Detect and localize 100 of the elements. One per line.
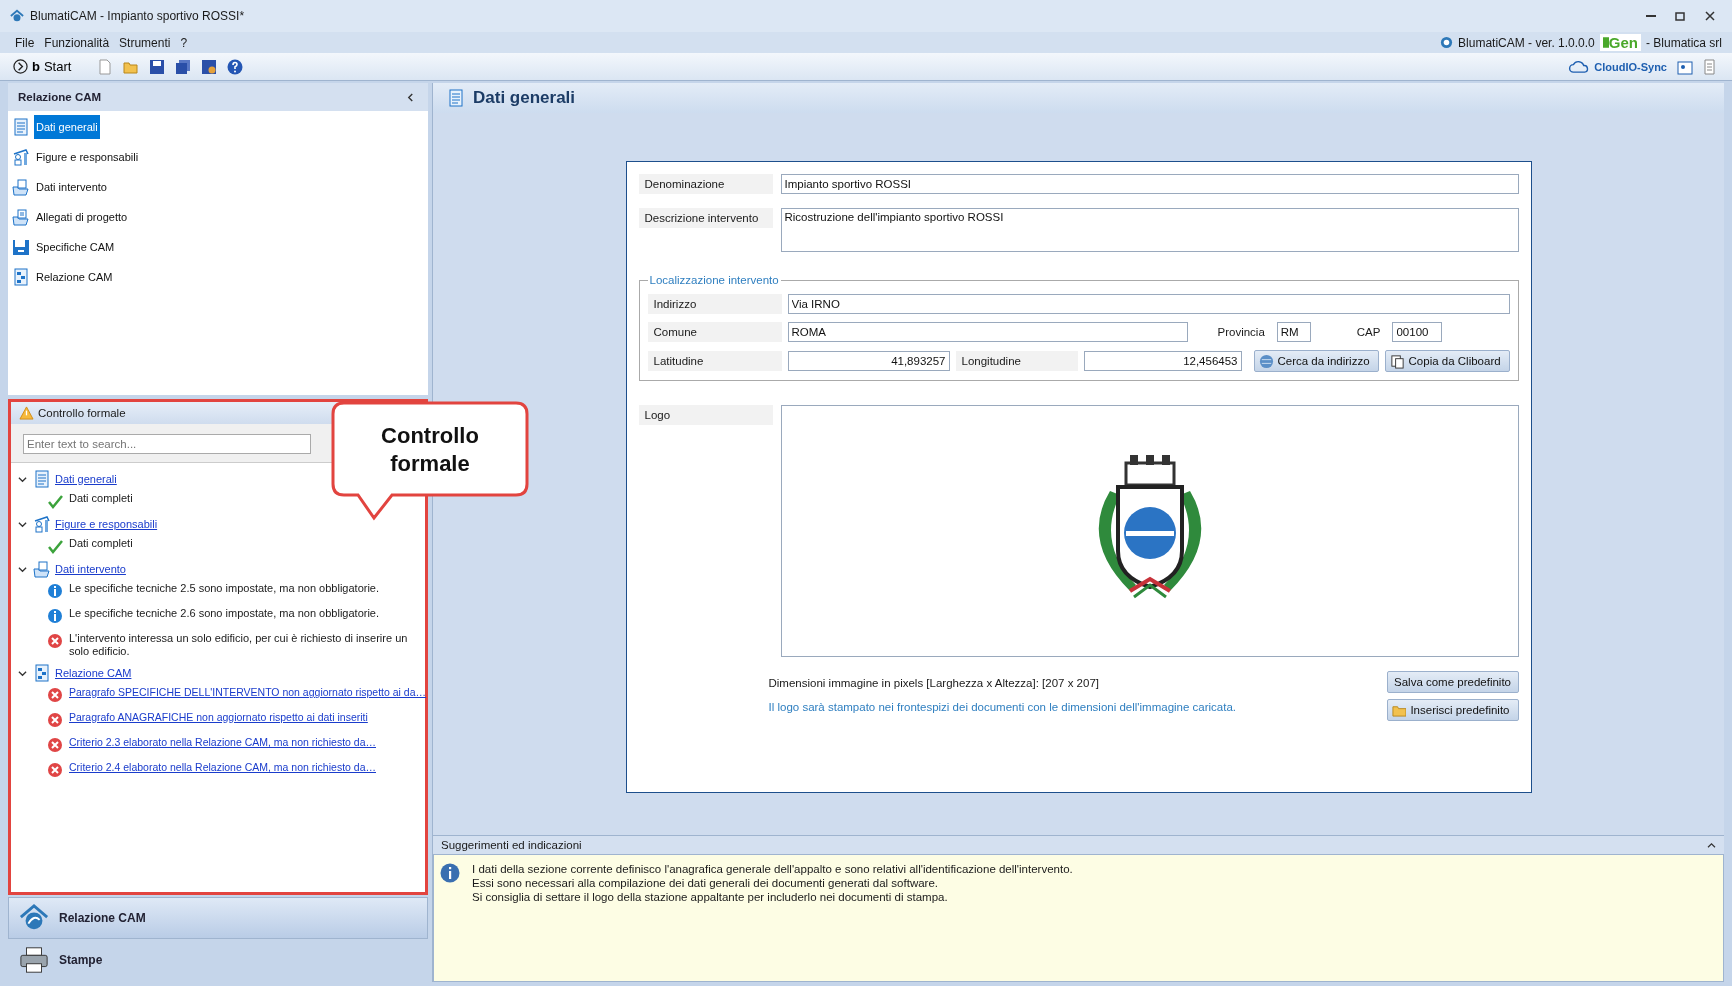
folder-icon [33, 560, 51, 578]
document-icon [97, 58, 114, 75]
bar-icon [1602, 36, 1609, 49]
image-field[interactable] [780, 405, 1519, 657]
help-icon [227, 58, 244, 75]
message-text: Dati completi [69, 537, 134, 550]
message-link[interactable]: Criterio 2.4 elaborato nella Relazione CAM, ma non richiesto da… [69, 761, 376, 773]
chevron-icon [407, 92, 414, 102]
cloud-sync-button[interactable]: CloudIO-Sync [1567, 58, 1668, 75]
binder-icon [12, 238, 30, 256]
document-icon [12, 118, 30, 136]
insert-default-button[interactable]: Inserisci predefinito [1386, 699, 1519, 721]
sidebar-item[interactable]: Relazione CAM [34, 265, 115, 289]
restore-icon [1674, 10, 1686, 22]
sidebar-item[interactable]: Dati intervento [34, 175, 109, 199]
help-button[interactable] [226, 57, 245, 76]
message-link[interactable]: Paragrafo ANAGRAFICHE non aggiornato rispetto ai dati inseriti [69, 711, 368, 723]
logo-note: Il logo sarà stampato nei frontespizi dei documenti con le dimensioni dell'immagine caricata. [768, 701, 1238, 713]
sidebar-item[interactable]: Allegati di progetto [34, 205, 130, 229]
tray-icon [12, 208, 30, 226]
field-label: Indirizzo [647, 294, 782, 314]
people-icon [12, 148, 30, 166]
info-icon [47, 608, 63, 624]
report-icon [12, 268, 30, 286]
input-field[interactable]: 12,456453 [1083, 351, 1242, 371]
menu-item[interactable]: Strumenti [114, 35, 176, 50]
field-label: Descrizione intervento [638, 208, 773, 228]
field-label: Comune [647, 322, 782, 342]
save-all-button[interactable] [174, 57, 193, 76]
printer-icon [19, 945, 49, 975]
field-label: Latitudine [647, 351, 782, 371]
chevron-icon [17, 519, 27, 529]
group-legend: Localizzazione intervento [647, 274, 781, 286]
document-icon [447, 89, 465, 107]
panel-title: Controllo formale [38, 407, 126, 419]
floppy-icon [149, 58, 166, 75]
menu-item[interactable]: ? [175, 35, 193, 50]
input-field[interactable]: Via IRNO [787, 294, 1510, 314]
message-link[interactable]: Paragrafo SPECIFICHE DELL'INTERVENTO non aggiornato rispetto ai da… [69, 686, 427, 698]
tree-group-link[interactable]: Figure e responsabili [55, 518, 158, 530]
input-field[interactable]: RM [1276, 322, 1311, 342]
message-text: Dati completi [69, 492, 134, 505]
message-text: Le specifiche tecniche 2.5 sono impostate, ma non obbligatorie. [69, 582, 381, 595]
field-label: Logo [638, 405, 773, 425]
sidebar-item[interactable]: Specifiche CAM [34, 235, 117, 259]
input-field[interactable]: ROMA [787, 322, 1188, 342]
info-icon [440, 863, 460, 883]
hint-text: I dati della sezione corrente definisco l'anagrafica generale dell'appalto e sono relativi all'identificazione dell'intervento. [472, 863, 1073, 875]
text-area[interactable]: Ricostruzione dell'impianto sportivo ROSSI [780, 208, 1519, 252]
hint-text: Si consiglia di settare il logo della stazione appaltante per includerlo nei documenti di stampa. [472, 891, 949, 903]
menu-item[interactable]: Funzionalità [39, 35, 115, 50]
company-label: - Blumatica srl [1646, 35, 1722, 50]
navigation-button[interactable]: Stampe [8, 939, 428, 981]
message-link[interactable]: Criterio 2.3 elaborato nella Relazione CAM, ma non richiesto da… [69, 736, 376, 748]
sidebar-item[interactable]: Dati generali [34, 115, 100, 139]
contact-card-icon [1677, 58, 1693, 75]
floppy-icon [201, 58, 218, 75]
sidebar-item[interactable]: Figure e responsabili [34, 145, 141, 169]
minimize-icon [1646, 15, 1656, 17]
globe-icon [1258, 353, 1274, 369]
save-button[interactable] [148, 57, 167, 76]
error-icon [47, 687, 63, 703]
search-address-button[interactable]: Cerca da indirizzo [1253, 350, 1379, 372]
tree-group-link[interactable]: Relazione CAM [55, 667, 132, 679]
chevron-icon [17, 564, 27, 574]
window-title: BlumatiCAM - Impianto sportivo ROSSI* [30, 9, 245, 23]
info-icon [47, 583, 63, 599]
input-field[interactable]: 41,893257 [787, 351, 950, 371]
image-dimensions: Dimensioni immagine in pixels [Larghezza x Altezza]: [207 x 207] [768, 677, 1100, 689]
document-icon [33, 470, 51, 488]
search-field[interactable]: Enter text to search... [23, 434, 311, 454]
copy-icon [1389, 353, 1405, 369]
collapse-button[interactable] [1707, 841, 1716, 849]
product-badge: Gen [1599, 34, 1641, 51]
save-as-button[interactable] [200, 57, 219, 76]
paste-button[interactable]: Copia da Cliboard [1384, 350, 1510, 372]
hint-text: Essi sono necessari alla compilazione dei dati generali dei documenti generati dal software. [472, 877, 939, 889]
cloud-icon [1568, 59, 1591, 74]
input-field[interactable]: Impianto sportivo ROSSI [780, 174, 1519, 194]
panel-title: Relazione CAM [18, 91, 102, 103]
check-icon [47, 538, 63, 554]
people-icon [33, 515, 51, 533]
tree-group-link[interactable]: Dati generali [55, 473, 117, 485]
chevron-icon [17, 474, 27, 484]
navigation-button[interactable]: Relazione CAM [8, 897, 428, 939]
version-label: BlumatiCAM - ver. 1.0.0.0 [1458, 35, 1595, 50]
callout-text: Controllo formale [380, 422, 480, 478]
save-default-button[interactable]: Salva come predefinito [1386, 671, 1519, 693]
error-icon [47, 712, 63, 728]
menu-item[interactable]: File [10, 35, 40, 50]
input-field[interactable]: 00100 [1392, 322, 1443, 342]
folder-icon [12, 178, 30, 196]
tree-group-link[interactable]: Dati intervento [55, 563, 126, 575]
chevron-icon [1707, 841, 1716, 849]
error-icon [47, 737, 63, 753]
chevron-icon [17, 668, 27, 678]
section-title: Dati generali [473, 88, 576, 108]
field-label: CAP [1355, 325, 1382, 340]
error-icon [47, 762, 63, 778]
field-label: Denominazione [638, 174, 773, 194]
